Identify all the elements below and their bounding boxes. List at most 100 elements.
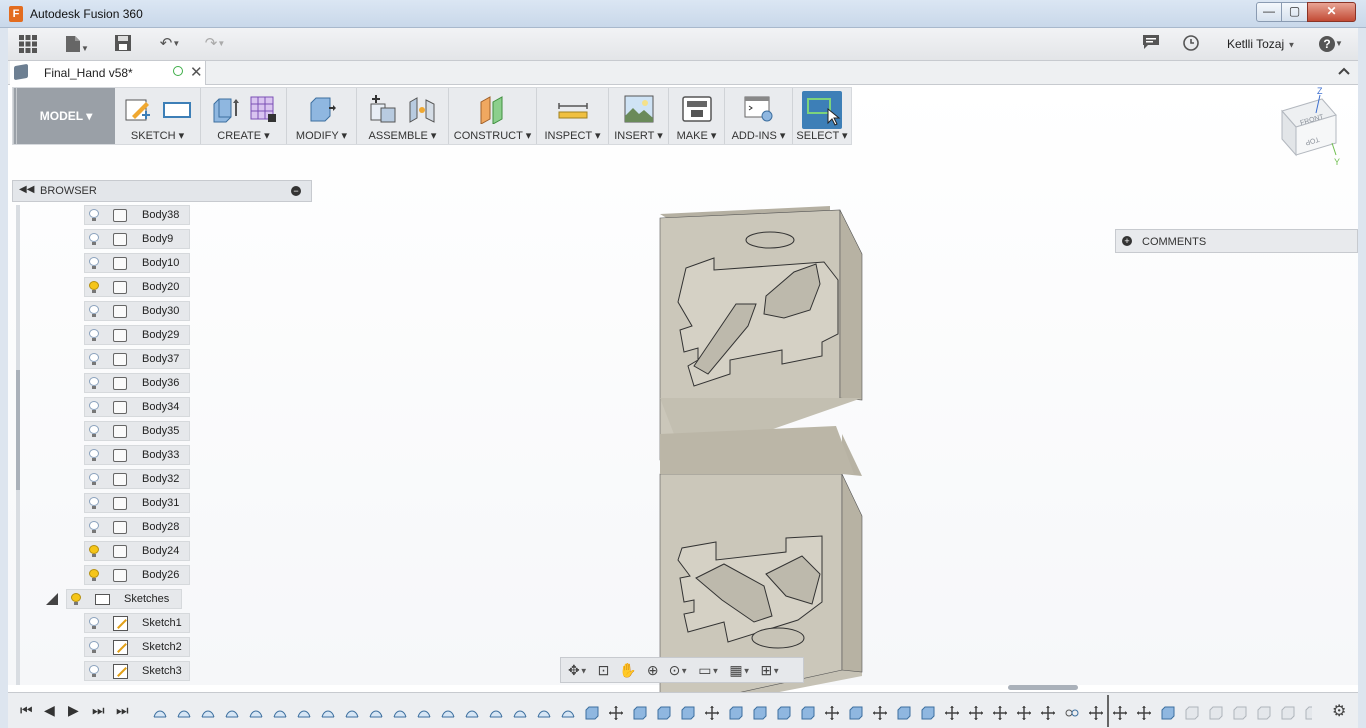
lightbulb-on-icon[interactable] [89,569,99,581]
timeline-feature-icon[interactable] [800,705,816,721]
timeline-end-icon[interactable]: ⏭ [116,702,129,719]
lightbulb-on-icon[interactable] [71,593,81,605]
browser-node-body32[interactable]: Body32 [84,469,190,489]
timeline-feature-icon[interactable] [368,705,384,721]
timeline-feature-icon[interactable] [344,705,360,721]
workspace-switcher[interactable]: MODEL ▾ [13,88,115,144]
timeline-feature-icon[interactable] [1184,705,1200,721]
comment-icon[interactable] [1142,35,1160,53]
browser-node-body36[interactable]: Body36 [84,373,190,393]
timeline-feature-icon[interactable] [824,705,840,721]
timeline-start-icon[interactable]: ⏮ [20,702,33,719]
timeline-feature-icon[interactable] [536,705,552,721]
timeline-feature-icon[interactable] [200,705,216,721]
timeline-feature-icon[interactable] [752,705,768,721]
lightbulb-off-icon[interactable] [89,353,99,365]
orbit-icon[interactable]: ✥▼ [565,661,591,679]
offset-plane-icon[interactable] [478,94,508,124]
lightbulb-off-icon[interactable] [89,401,99,413]
look-at-icon[interactable]: ⊡ [595,661,613,679]
construct-group[interactable]: CONSTRUCT ▾ [449,88,537,144]
lightbulb-off-icon[interactable] [89,257,99,269]
timeline-feature-icon[interactable] [680,705,696,721]
timeline-feature-icon[interactable] [848,705,864,721]
display-settings-icon[interactable]: ▭▼ [695,661,722,679]
timeline-feature-icon[interactable] [560,705,576,721]
browser-node-sketches-folder[interactable]: Sketches [66,589,182,609]
close-window-button[interactable]: ✕ [1307,2,1356,22]
lightbulb-on-icon[interactable] [89,545,99,557]
3d-print-icon[interactable] [681,94,712,124]
scripts-icon[interactable] [744,94,774,124]
timeline-feature-icon[interactable] [896,705,912,721]
browser-node-body35[interactable]: Body35 [84,421,190,441]
timeline-feature-icon[interactable] [1304,705,1312,721]
timeline-feature-icon[interactable] [992,705,1008,721]
timeline-feature-icon[interactable] [1160,705,1176,721]
lightbulb-off-icon[interactable] [89,473,99,485]
timeline-play-icon[interactable]: ▶ [68,702,79,719]
timeline-feature-icon[interactable] [320,705,336,721]
redo-icon[interactable]: ↷▼ [198,35,232,53]
modify-group[interactable]: MODIFY ▾ [287,88,357,144]
fit-zoom-icon[interactable]: ⊙▼ [666,661,692,679]
close-tab-icon[interactable]: ✕ [190,63,203,81]
comments-panel[interactable]: + COMMENTS [1115,229,1358,253]
joint-icon[interactable] [407,94,437,124]
timeline-feature-icon[interactable] [152,705,168,721]
viewcube[interactable]: FRONT TOP Z Y [1270,85,1340,175]
timeline-feature-icon[interactable] [464,705,480,721]
timeline-feature-icon[interactable] [656,705,672,721]
rectangle-icon[interactable] [162,94,192,124]
timeline-feature-icon[interactable] [1088,705,1104,721]
new-component-icon[interactable] [369,94,399,124]
timeline-feature-icon[interactable] [224,705,240,721]
browser-node-body26[interactable]: Body26 [84,565,190,585]
timeline-feature-icon[interactable] [584,705,600,721]
browser-node-body20[interactable]: Body20 [84,277,190,297]
timeline-feature-icon[interactable] [1232,705,1248,721]
browser-node-body24[interactable]: Body24 [84,541,190,561]
clock-icon[interactable] [1182,35,1200,53]
timeline-feature-icon[interactable] [632,705,648,721]
browser-pin-icon[interactable]: − [291,186,301,196]
browser-node-body38[interactable]: Body38 [84,205,190,225]
form-icon[interactable] [248,94,278,124]
collapse-chevron-icon[interactable] [1338,64,1350,78]
timeline-feature-icon[interactable] [392,705,408,721]
timeline-feature-icon[interactable] [440,705,456,721]
insert-image-icon[interactable] [624,94,654,124]
expand-triangle-icon[interactable] [46,593,58,605]
timeline-settings-icon[interactable]: ⚙ [1332,701,1346,721]
browser-node-sketch1[interactable]: Sketch1 [84,613,190,633]
timeline-feature-icon[interactable] [176,705,192,721]
timeline-feature-icon[interactable] [1040,705,1056,721]
lightbulb-off-icon[interactable] [89,521,99,533]
extrude-icon[interactable] [210,94,240,124]
lightbulb-off-icon[interactable] [89,665,99,677]
timeline-feature-icon[interactable] [944,705,960,721]
lightbulb-off-icon[interactable] [89,425,99,437]
insert-group[interactable]: INSERT ▾ [609,88,669,144]
timeline-feature-icon[interactable] [488,705,504,721]
timeline-prev-icon[interactable]: ◀ [44,702,55,719]
timeline-feature-icon[interactable] [1256,705,1272,721]
sketch-group[interactable]: SKETCH ▾ [115,88,201,144]
timeline-feature-icon[interactable] [248,705,264,721]
collapse-browser-icon[interactable]: ◀◀ [19,184,34,195]
add-comment-icon[interactable]: + [1122,236,1132,246]
timeline-feature-icon[interactable] [1208,705,1224,721]
undo-icon[interactable]: ↶▼ [153,35,187,53]
browser-scrollbar-thumb[interactable] [16,370,20,490]
timeline-feature-icon[interactable] [728,705,744,721]
measure-icon[interactable] [557,94,588,124]
timeline-feature-icon[interactable] [872,705,888,721]
viewports-icon[interactable]: ⊞▼ [758,661,784,679]
timeline-feature-icon[interactable] [272,705,288,721]
lightbulb-off-icon[interactable] [89,449,99,461]
browser-node-body29[interactable]: Body29 [84,325,190,345]
viewport-scrollbar-thumb[interactable] [1008,685,1078,690]
lightbulb-off-icon[interactable] [89,329,99,341]
add-ins-group[interactable]: ADD-INS ▾ [725,88,793,144]
user-menu[interactable]: Ketlli Tozaj ▼ [1227,37,1295,51]
